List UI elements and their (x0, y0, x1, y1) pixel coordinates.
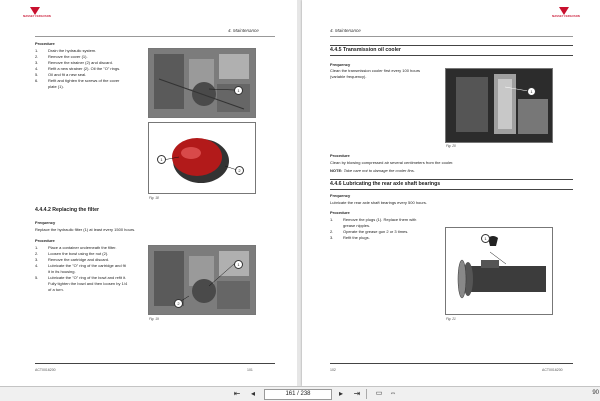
section-rule (330, 179, 573, 180)
section-header: 4. Maintenance (330, 28, 361, 33)
cooler-photo-illustration (446, 69, 552, 142)
engine-photo-illustration (149, 49, 255, 117)
logo-wordmark: MASSEY FERGUSON (552, 15, 580, 18)
step-number: 6. (35, 78, 39, 83)
footer-rule (330, 363, 573, 364)
first-page-icon[interactable]: ⇤ (232, 389, 242, 399)
frequency-text-line: (variable frequency). (330, 74, 367, 79)
callout-2: 2 (174, 299, 183, 308)
step-number: 1. (330, 217, 334, 222)
step-number: 3. (330, 235, 334, 240)
procedure-label: Procedure (330, 153, 350, 158)
callout-2: 2 (235, 166, 244, 175)
page-number-box[interactable]: 161 / 238 (264, 389, 332, 400)
section-rule (330, 55, 573, 56)
right-page: MASSEY FERGUSON 4. Maintenance 4.4.5 Tra… (302, 0, 600, 386)
total-page-count: 238 (300, 391, 311, 397)
note-text: Take care not to damage the cooler fins. (343, 168, 415, 173)
frequency-text: Replace the hydraulic filter (1) at leas… (35, 227, 136, 232)
footer-doc-code: ACT0016200 (542, 368, 563, 372)
procedure-label: Procedure (330, 210, 350, 215)
frequency-label: Frequency (35, 220, 56, 225)
step-number: 5. (35, 275, 39, 280)
toolbar-separator (366, 389, 367, 399)
callout-1: 1 (481, 234, 490, 243)
footer-page-number: 101 (247, 368, 253, 372)
footer-rule (35, 363, 275, 364)
figure-caption: Fig. 19 (149, 317, 159, 321)
logo-triangle-icon (559, 7, 569, 15)
step-number: 4. (35, 263, 39, 268)
logo-triangle-icon (30, 7, 40, 15)
procedure-label: Procedure (35, 41, 55, 46)
note: NOTE: Take care not to damage the cooler… (330, 168, 415, 174)
footer-page-number: 102 (330, 368, 336, 372)
section-title-transmission-oil-cooler: 4.4.5 Transmission oil cooler (330, 47, 401, 53)
figure-transmission-cooler-photo: 1 (445, 68, 553, 143)
note-label: NOTE: (330, 168, 343, 173)
figure-rear-axle-drawing: 1 (445, 227, 553, 315)
engine-photo-illustration (149, 246, 255, 314)
massey-ferguson-logo: MASSEY FERGUSON (549, 7, 583, 21)
figure-hydraulic-strainer-photo: 1 (148, 48, 256, 118)
callout-1: 1 (527, 87, 536, 96)
procedure-label: Procedure (35, 238, 55, 243)
figure-caption: Fig. 21 (446, 317, 456, 321)
header-rule (330, 36, 573, 37)
page-separator: / (297, 391, 299, 397)
next-page-icon[interactable]: ▸ (336, 389, 346, 399)
callout-1: 1 (234, 86, 243, 95)
rear-axle-illustration (457, 236, 546, 299)
subsection-title: 4.4.4.2 Replacing the filter (35, 207, 100, 213)
left-page: MASSEY FERGUSON 4. Maintenance Procedure… (0, 0, 297, 386)
figure-caption: Fig. 20 (446, 144, 456, 148)
step-text: Refit the plugs. (343, 235, 370, 240)
logo-wordmark: MASSEY FERGUSON (23, 15, 51, 18)
figure-strainer-cover: 1 2 (148, 122, 256, 194)
figure-hydraulic-filter-photo: 1 2 (148, 245, 256, 315)
current-page-number[interactable]: 161 (285, 391, 295, 397)
frequency-label: Frequency (330, 193, 351, 198)
procedure-text: Clean by blowing compressed air several … (330, 160, 454, 165)
previous-page-icon[interactable]: ◂ (248, 389, 258, 399)
header-rule (35, 36, 275, 37)
last-page-icon[interactable]: ⇥ (352, 389, 362, 399)
massey-ferguson-logo: MASSEY FERGUSON (20, 7, 54, 21)
section-rule (330, 189, 573, 190)
zoom-level[interactable]: 90 (592, 390, 599, 396)
section-rule (330, 45, 573, 46)
footer-doc-code: ACT0016200 (35, 368, 56, 372)
callout-1: 1 (157, 155, 166, 164)
figure-caption: Fig. 18 (149, 196, 159, 200)
step-text: of a turn. (48, 287, 64, 292)
fit-page-icon[interactable]: ▭ (374, 389, 384, 399)
callout-1: 1 (234, 260, 243, 269)
section-title-lubricating-rear-axle: 4.4.6 Lubricating the rear axle shaft be… (330, 181, 441, 187)
step-text: plate (1). (48, 84, 64, 89)
frequency-text: Lubricate the rear axle shaft bearings e… (330, 200, 427, 205)
fit-width-icon[interactable]: ⇔ (388, 389, 398, 399)
pdf-viewer-toolbar: ⇤ ◂ 161 / 238 ▸ ⇥ ▭ ⇔ 90 (0, 386, 600, 401)
section-header: 4. Maintenance (228, 28, 259, 33)
